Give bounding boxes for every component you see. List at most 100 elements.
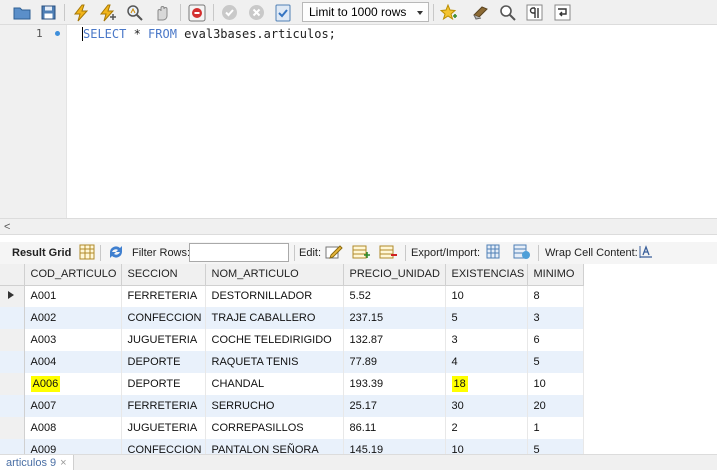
- column-header[interactable]: NOM_ARTICULO: [205, 264, 344, 286]
- column-header[interactable]: SECCION: [121, 264, 206, 286]
- result-tab[interactable]: articulos 9 ×: [0, 455, 74, 470]
- add-row-icon[interactable]: [352, 244, 370, 262]
- table-cell[interactable]: 193.39: [343, 373, 446, 395]
- table-cell[interactable]: A006: [24, 373, 122, 395]
- table-cell[interactable]: A009: [24, 439, 122, 454]
- column-header[interactable]: EXISTENCIAS: [445, 264, 528, 286]
- invisible-chars-icon[interactable]: [524, 3, 544, 22]
- table-row[interactable]: A007 FERRETERIA SERRUCHO 25.17 30 20: [0, 395, 584, 417]
- table-cell[interactable]: DEPORTE: [121, 351, 206, 373]
- row-selector[interactable]: [0, 329, 25, 351]
- row-selector[interactable]: [0, 351, 25, 373]
- table-cell[interactable]: CORREPASILLOS: [205, 417, 344, 439]
- column-header[interactable]: COD_ARTICULO: [24, 264, 122, 286]
- beautify-icon[interactable]: [439, 3, 459, 22]
- table-cell[interactable]: A003: [24, 329, 122, 351]
- row-selector[interactable]: [0, 307, 25, 329]
- sql-editor[interactable]: 1 SELECT * FROM eval3bases.articulos;: [0, 25, 717, 218]
- filter-rows-input[interactable]: [189, 243, 289, 262]
- table-cell[interactable]: 3: [445, 329, 528, 351]
- row-selector[interactable]: [0, 439, 25, 454]
- close-icon[interactable]: ×: [60, 457, 66, 469]
- table-row[interactable]: A004 DEPORTE RAQUETA TENIS 77.89 4 5: [0, 351, 584, 373]
- table-cell[interactable]: 3: [527, 307, 584, 329]
- table-cell[interactable]: 18: [445, 373, 528, 395]
- export-icon[interactable]: [486, 244, 504, 262]
- table-cell[interactable]: A001: [24, 285, 122, 307]
- column-header[interactable]: PRECIO_UNIDAD: [343, 264, 446, 286]
- save-icon[interactable]: [38, 3, 58, 22]
- table-row[interactable]: A003 JUGUETERIA COCHE TELEDIRIGIDO 132.87 3 6: [0, 329, 584, 351]
- row-selector[interactable]: [0, 285, 25, 307]
- edit-row-icon[interactable]: [325, 244, 343, 262]
- wrap-cell-content-icon[interactable]: [638, 244, 656, 262]
- table-cell[interactable]: 2: [445, 417, 528, 439]
- table-cell[interactable]: JUGUETERIA: [121, 329, 206, 351]
- limit-rows-select[interactable]: Limit to 1000 rows: [302, 2, 429, 22]
- execute-statement-icon[interactable]: [98, 3, 118, 22]
- table-row[interactable]: A001 FERRETERIA DESTORNILLADOR 5.52 10 8: [0, 285, 584, 307]
- table-cell[interactable]: 20: [527, 395, 584, 417]
- editor-horizontal-scrollbar[interactable]: <: [0, 218, 717, 235]
- table-cell[interactable]: A008: [24, 417, 122, 439]
- table-cell[interactable]: FERRETERIA: [121, 395, 206, 417]
- row-selector[interactable]: [0, 417, 25, 439]
- table-row[interactable]: A008 JUGUETERIA CORREPASILLOS 86.11 2 1: [0, 417, 584, 439]
- wrap-icon[interactable]: [552, 3, 572, 22]
- table-cell[interactable]: DEPORTE: [121, 373, 206, 395]
- column-header[interactable]: MINIMO: [527, 264, 584, 286]
- open-folder-icon[interactable]: [12, 3, 32, 22]
- table-cell[interactable]: 77.89: [343, 351, 446, 373]
- delete-row-icon[interactable]: [379, 244, 397, 262]
- refresh-icon[interactable]: [107, 244, 125, 262]
- rollback-icon[interactable]: [246, 3, 266, 22]
- search-icon[interactable]: [497, 3, 517, 22]
- table-cell[interactable]: COCHE TELEDIRIGIDO: [205, 329, 344, 351]
- execute-icon[interactable]: [71, 3, 91, 22]
- table-cell[interactable]: CONFECCION: [121, 439, 206, 454]
- import-icon[interactable]: [513, 244, 531, 262]
- table-cell[interactable]: CONFECCION: [121, 307, 206, 329]
- autocommit-icon[interactable]: [273, 3, 293, 22]
- table-cell[interactable]: 10: [527, 373, 584, 395]
- table-cell[interactable]: 5: [527, 439, 584, 454]
- table-cell[interactable]: 237.15: [343, 307, 446, 329]
- table-cell[interactable]: RAQUETA TENIS: [205, 351, 344, 373]
- table-cell[interactable]: SERRUCHO: [205, 395, 344, 417]
- row-selector[interactable]: [0, 373, 25, 395]
- toggle-continue-icon[interactable]: [187, 3, 207, 22]
- stop-icon[interactable]: [152, 3, 172, 22]
- table-row[interactable]: A006 DEPORTE CHANDAL 193.39 18 10: [0, 373, 584, 395]
- table-cell[interactable]: FERRETERIA: [121, 285, 206, 307]
- table-cell[interactable]: CHANDAL: [205, 373, 344, 395]
- table-cell[interactable]: JUGUETERIA: [121, 417, 206, 439]
- explain-icon[interactable]: [125, 3, 145, 22]
- table-row[interactable]: A002 CONFECCION TRAJE CABALLERO 237.15 5 3: [0, 307, 584, 329]
- table-cell[interactable]: 10: [445, 439, 528, 454]
- table-cell[interactable]: 132.87: [343, 329, 446, 351]
- table-cell[interactable]: A004: [24, 351, 122, 373]
- table-cell[interactable]: 145.19: [343, 439, 446, 454]
- table-cell[interactable]: 5.52: [343, 285, 446, 307]
- table-cell[interactable]: TRAJE CABALLERO: [205, 307, 344, 329]
- table-cell[interactable]: A002: [24, 307, 122, 329]
- table-cell[interactable]: 10: [445, 285, 528, 307]
- table-cell[interactable]: 1: [527, 417, 584, 439]
- brush-icon[interactable]: [471, 3, 491, 22]
- table-cell[interactable]: A007: [24, 395, 122, 417]
- table-cell[interactable]: 6: [527, 329, 584, 351]
- table-row[interactable]: A009 CONFECCION PANTALON SEÑORA 145.19 10 5: [0, 439, 584, 454]
- result-grid[interactable]: COD_ARTICULO SECCION NOM_ARTICULO PRECIO…: [0, 264, 717, 454]
- sql-code-line[interactable]: SELECT * FROM eval3bases.articulos;: [83, 27, 336, 41]
- table-cell[interactable]: 86.11: [343, 417, 446, 439]
- table-cell[interactable]: 4: [445, 351, 528, 373]
- table-cell[interactable]: 5: [527, 351, 584, 373]
- table-cell[interactable]: 5: [445, 307, 528, 329]
- table-cell[interactable]: 25.17: [343, 395, 446, 417]
- grid-layout-icon[interactable]: [79, 244, 97, 262]
- commit-icon[interactable]: [219, 3, 239, 22]
- table-cell[interactable]: 30: [445, 395, 528, 417]
- scroll-left-icon[interactable]: <: [4, 221, 10, 233]
- table-cell[interactable]: DESTORNILLADOR: [205, 285, 344, 307]
- table-cell[interactable]: PANTALON SEÑORA: [205, 439, 344, 454]
